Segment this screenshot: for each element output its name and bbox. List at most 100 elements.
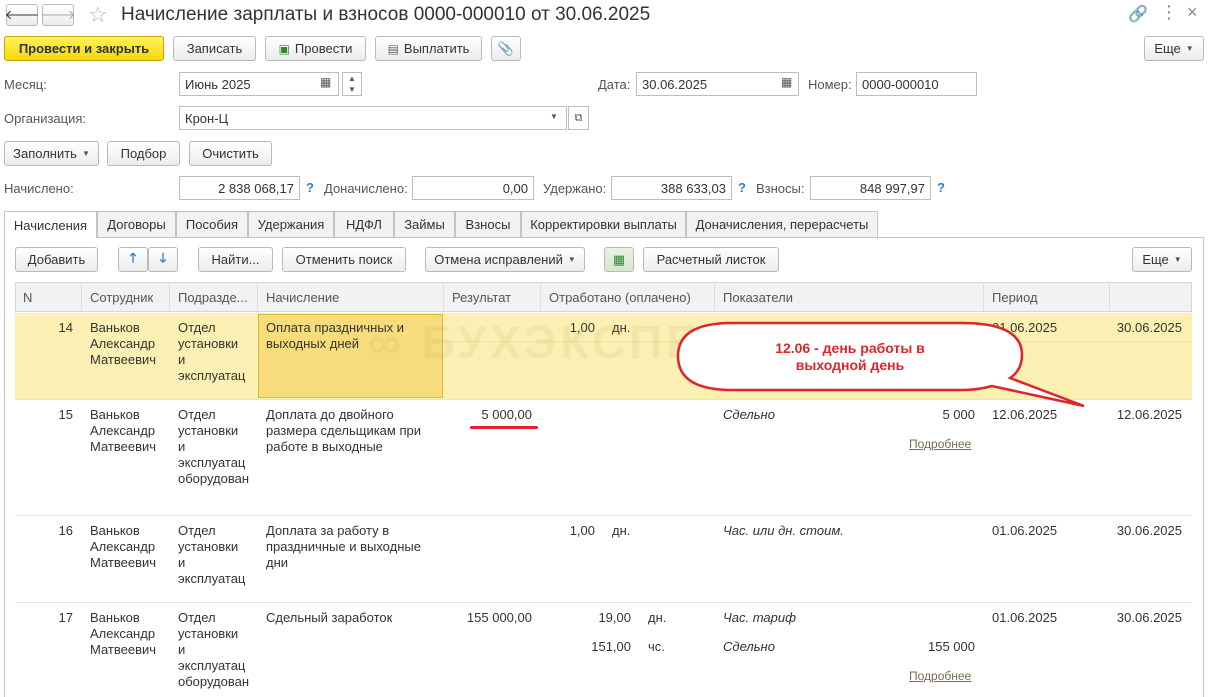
select-button[interactable]: Подбор — [107, 141, 180, 166]
tab-contributions[interactable]: Взносы — [455, 211, 521, 237]
date-field[interactable]: 30.06.2025 — [636, 72, 799, 96]
tab-ndfl[interactable]: НДФЛ — [334, 211, 394, 237]
cancel-search-button[interactable]: Отменить поиск — [282, 247, 406, 272]
employee-name: Ваньков Александр Матвеевич — [90, 407, 157, 454]
calendar-icon[interactable]: ▦ — [781, 75, 792, 89]
row-number: 14 — [58, 320, 73, 335]
worked-unit: чс. — [648, 639, 665, 654]
col-result[interactable]: Результат — [444, 282, 541, 312]
col-period[interactable]: Период — [984, 282, 1110, 312]
col-accrual[interactable]: Начисление — [258, 282, 444, 312]
menu-dots-icon[interactable]: ⋮ — [1160, 2, 1178, 23]
forward-button[interactable]: 🡒 — [41, 4, 75, 26]
col-n[interactable]: N — [15, 282, 82, 312]
cancel-fixes-button[interactable]: Отмена исправлений ▼ — [425, 247, 585, 272]
result-value: 5 000,00 — [481, 407, 532, 422]
col-dept[interactable]: Подразде... — [170, 282, 258, 312]
period-to: 30.06.2025 — [1116, 610, 1182, 625]
period-to: 30.06.2025 — [1116, 523, 1182, 538]
col-worked[interactable]: Отработано (оплачено) — [541, 282, 715, 312]
table-more-button[interactable]: Еще ▼ — [1132, 247, 1192, 272]
payslip-label: Расчетный листок — [656, 252, 766, 267]
save-button[interactable]: Записать — [173, 36, 256, 61]
more-button[interactable]: Еще ▼ — [1144, 36, 1204, 61]
save-label: Записать — [186, 41, 243, 56]
col-employee[interactable]: Сотрудник — [82, 282, 170, 312]
move-down-button[interactable]: 🡓 — [148, 247, 178, 272]
fill-button[interactable]: Заполнить ▼ — [4, 141, 99, 166]
clear-button[interactable]: Очистить — [189, 141, 272, 166]
details-link[interactable]: Подробнее — [909, 437, 971, 451]
close-icon[interactable]: × — [1187, 2, 1198, 23]
dropdown-chevron-icon[interactable]: ▼ — [550, 112, 558, 121]
accrued-field: 2 838 068,17 — [179, 176, 300, 200]
tab-loans[interactable]: Займы — [394, 211, 455, 237]
post-button[interactable]: ▣ Провести — [265, 36, 366, 61]
pay-button[interactable]: ▤ Выплатить — [375, 36, 482, 61]
row-divider — [15, 602, 1192, 603]
select-label: Подбор — [120, 146, 167, 161]
clear-label: Очистить — [202, 146, 259, 161]
additional-label: Доначислено: — [324, 181, 408, 196]
tab-benefits[interactable]: Пособия — [176, 211, 248, 237]
department: Отдел установки и эксплуатац оборудован — [178, 610, 250, 689]
department: Отдел установки и эксплуатац — [178, 320, 246, 383]
employee-name: Ваньков Александр Матвеевич — [90, 610, 157, 657]
tab-label: Корректировки выплаты — [530, 217, 677, 232]
period-to: 30.06.2025 — [1116, 320, 1182, 335]
month-stepper[interactable]: ▲ ▼ — [342, 72, 362, 96]
chevron-down-icon[interactable]: ▼ — [348, 85, 356, 94]
favorite-star-icon[interactable]: ☆ — [88, 2, 108, 28]
number-field[interactable]: 0000-000010 — [856, 72, 977, 96]
period-to: 12.06.2025 — [1116, 407, 1182, 422]
accrual-type: Сдельный заработок — [266, 610, 393, 625]
chevron-up-icon[interactable]: ▲ — [348, 74, 356, 83]
attach-button[interactable]: 📎 — [491, 36, 521, 61]
pay-label: Выплатить — [403, 41, 470, 56]
indicator-value: 155 000 — [928, 639, 975, 654]
tab-accruals[interactable]: Начисления — [4, 211, 97, 238]
chevron-down-icon: ▼ — [81, 149, 90, 158]
back-button[interactable]: 🡐 — [4, 4, 40, 26]
tab-contracts[interactable]: Договоры — [97, 211, 176, 237]
fill-label: Заполнить — [13, 146, 77, 161]
link-icon[interactable]: 🔗 — [1128, 4, 1148, 24]
accrual-type: Доплата за работу в праздничные и выходны… — [266, 523, 421, 570]
help-icon[interactable]: ? — [738, 180, 746, 195]
calendar-icon[interactable]: ▦ — [320, 75, 331, 89]
find-button[interactable]: Найти... — [198, 247, 273, 272]
tab-label: Взносы — [465, 217, 511, 232]
pay-doc-icon: ▤ — [387, 41, 399, 56]
add-row-button[interactable]: Добавить — [15, 247, 98, 272]
help-icon[interactable]: ? — [937, 180, 945, 195]
worked-value: 19,00 — [598, 610, 631, 625]
department: Отдел установки и эксплуатац оборудован — [178, 407, 250, 486]
worked-value: 151,00 — [591, 639, 631, 654]
col-indicators[interactable]: Показатели — [715, 282, 984, 312]
col-period-end — [1110, 282, 1192, 312]
paperclip-icon: 📎 — [497, 40, 515, 56]
details-link[interactable]: Подробнее — [909, 669, 971, 683]
contrib-label: Взносы: — [756, 181, 805, 196]
organization-field[interactable]: Крон-Ц — [179, 106, 567, 130]
table-settings-button[interactable]: ▦ — [604, 247, 634, 272]
open-organization-button[interactable]: ⧉ — [568, 106, 589, 130]
tab-label: Займы — [404, 217, 445, 232]
more-label: Еще — [1154, 41, 1181, 56]
help-icon[interactable]: ? — [306, 180, 314, 195]
table-add-icon: ▦ — [612, 251, 626, 267]
move-up-button[interactable]: 🡑 — [118, 247, 148, 272]
contrib-value: 848 997,97 — [859, 180, 925, 196]
tab-payment-corrections[interactable]: Корректировки выплаты — [521, 211, 686, 237]
month-field[interactable]: Июнь 2025 — [179, 72, 339, 96]
tab-recalculations[interactable]: Доначисления, перерасчеты — [686, 211, 878, 237]
month-value: Июнь 2025 — [185, 76, 251, 92]
arrow-left-icon: 🡐 — [4, 7, 40, 22]
post-and-close-button[interactable]: Провести и закрыть — [4, 36, 164, 61]
month-label: Месяц: — [4, 77, 47, 92]
tab-deductions[interactable]: Удержания — [248, 211, 334, 237]
payslip-button[interactable]: Расчетный листок — [643, 247, 779, 272]
tab-label: Доначисления, перерасчеты — [695, 217, 869, 232]
open-form-icon: ⧉ — [574, 112, 583, 124]
cancel-fixes-label: Отмена исправлений — [434, 252, 563, 267]
